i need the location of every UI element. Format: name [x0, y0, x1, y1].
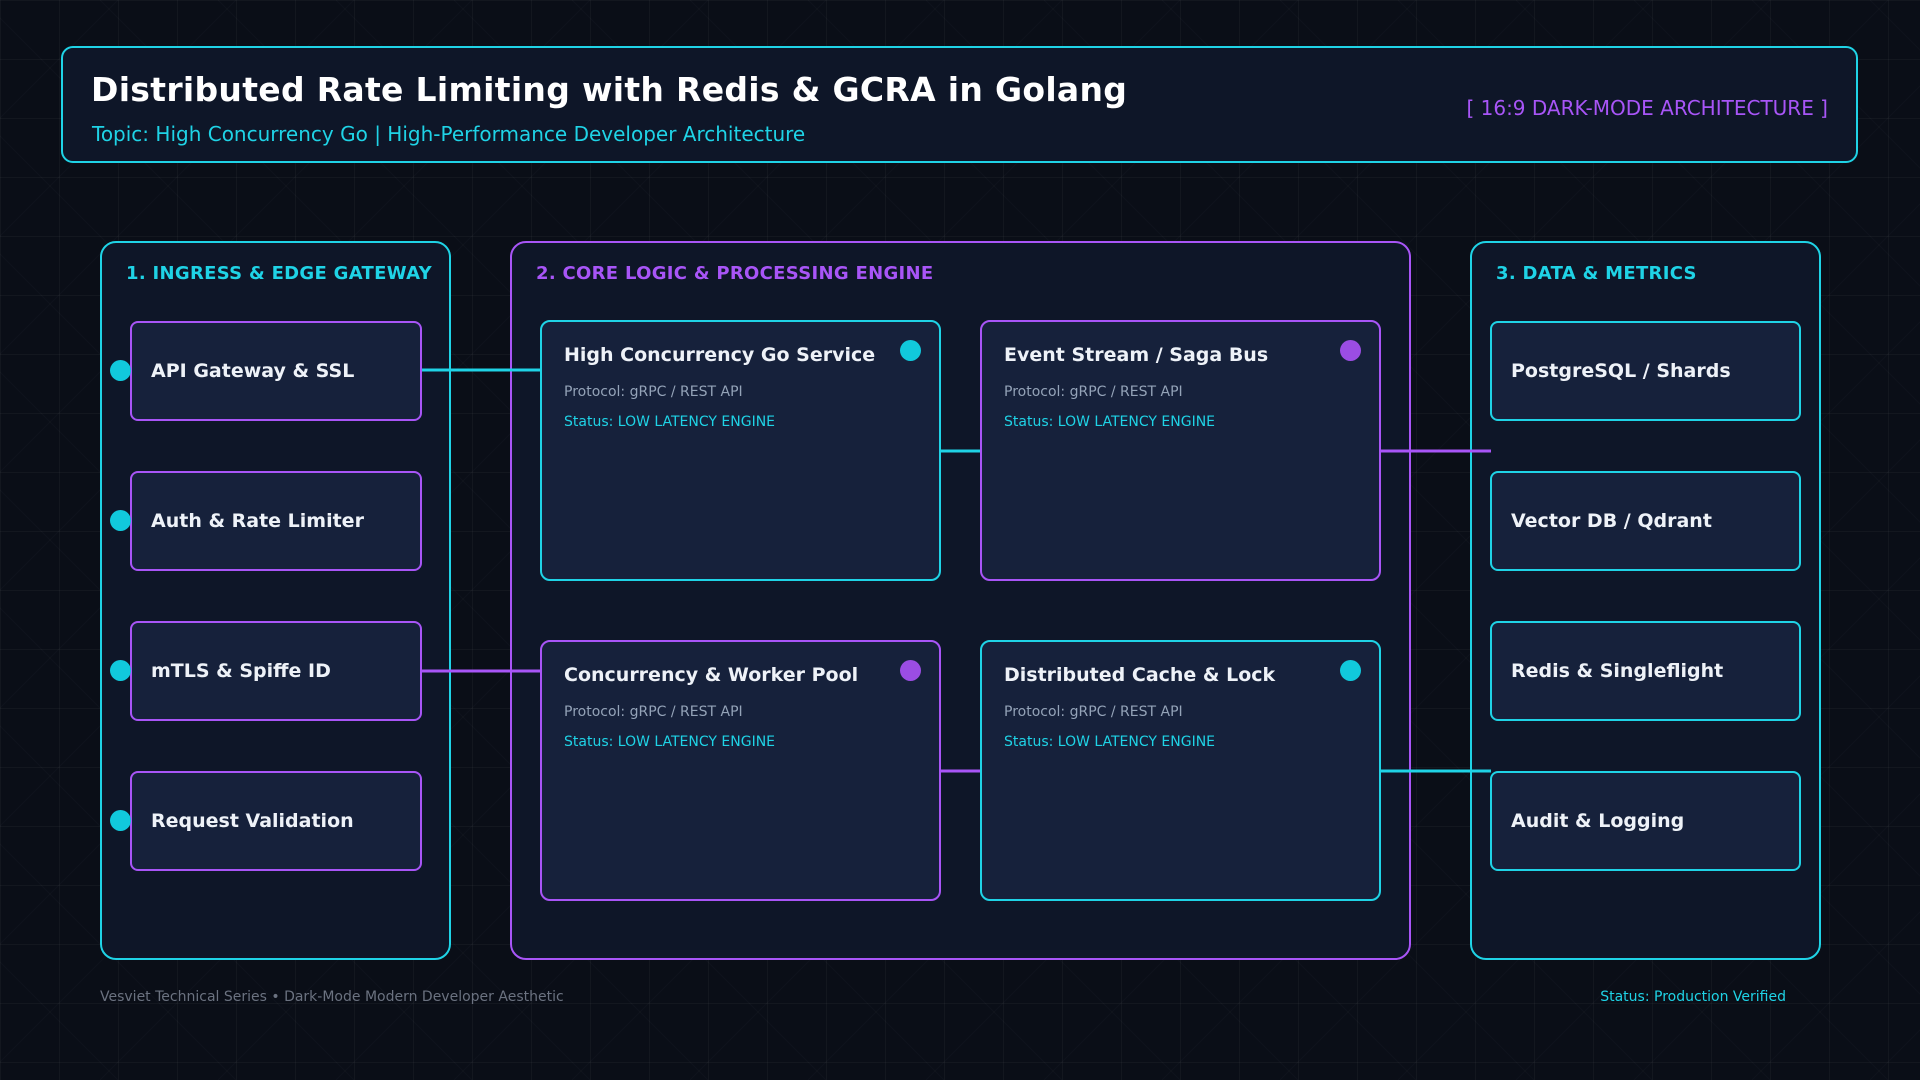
core-card-status: Status: LOW LATENCY ENGINE: [564, 414, 776, 430]
ingress-item-api-gateway[interactable]: API Gateway & SSL: [130, 321, 422, 421]
status-dot-icon: [110, 810, 131, 831]
ingress-item-label: Auth & Rate Limiter: [151, 510, 364, 532]
panel-ingress-title: 1. INGRESS & EDGE GATEWAY: [126, 263, 432, 284]
architecture-tag: [ 16:9 DARK-MODE ARCHITECTURE ]: [1466, 96, 1828, 120]
footer-status: Status: Production Verified: [1600, 989, 1786, 1005]
status-dot-icon: [110, 660, 131, 681]
core-card-go-service[interactable]: High Concurrency Go Service Protocol: gR…: [540, 320, 941, 581]
page-title: Distributed Rate Limiting with Redis & G…: [91, 70, 1128, 109]
data-item-label: Vector DB / Qdrant: [1511, 510, 1712, 532]
ingress-item-label: API Gateway & SSL: [151, 360, 355, 382]
footer-credits: Vesviet Technical Series • Dark-Mode Mod…: [100, 989, 564, 1005]
panel-core-title: 2. CORE LOGIC & PROCESSING ENGINE: [536, 263, 934, 284]
page-subtitle: Topic: High Concurrency Go | High-Perfor…: [92, 122, 806, 146]
core-card-protocol: Protocol: gRPC / REST API: [1004, 704, 1183, 720]
ingress-item-request-validation[interactable]: Request Validation: [130, 771, 422, 871]
data-item-label: PostgreSQL / Shards: [1511, 360, 1731, 382]
data-item-postgresql[interactable]: PostgreSQL / Shards: [1490, 321, 1801, 421]
core-card-name: Concurrency & Worker Pool: [564, 664, 859, 686]
header-banner: Distributed Rate Limiting with Redis & G…: [61, 46, 1858, 163]
data-item-vector-db[interactable]: Vector DB / Qdrant: [1490, 471, 1801, 571]
core-card-protocol: Protocol: gRPC / REST API: [564, 384, 743, 400]
core-card-protocol: Protocol: gRPC / REST API: [564, 704, 743, 720]
data-item-label: Redis & Singleflight: [1511, 660, 1724, 682]
ingress-item-label: mTLS & Spiffe ID: [151, 660, 331, 682]
panel-data-title: 3. DATA & METRICS: [1496, 263, 1697, 284]
core-card-status: Status: LOW LATENCY ENGINE: [1004, 734, 1216, 750]
status-dot-icon: [1340, 660, 1361, 681]
core-card-status: Status: LOW LATENCY ENGINE: [1004, 414, 1216, 430]
status-dot-icon: [900, 340, 921, 361]
ingress-item-auth-rate-limiter[interactable]: Auth & Rate Limiter: [130, 471, 422, 571]
core-card-protocol: Protocol: gRPC / REST API: [1004, 384, 1183, 400]
core-card-name: Distributed Cache & Lock: [1004, 664, 1276, 686]
status-dot-icon: [900, 660, 921, 681]
ingress-item-mtls[interactable]: mTLS & Spiffe ID: [130, 621, 422, 721]
status-dot-icon: [1340, 340, 1361, 361]
data-item-audit-logging[interactable]: Audit & Logging: [1490, 771, 1801, 871]
core-card-status: Status: LOW LATENCY ENGINE: [564, 734, 776, 750]
core-card-distributed-cache[interactable]: Distributed Cache & Lock Protocol: gRPC …: [980, 640, 1381, 901]
data-item-label: Audit & Logging: [1511, 810, 1685, 832]
core-card-name: Event Stream / Saga Bus: [1004, 344, 1269, 366]
core-card-event-stream[interactable]: Event Stream / Saga Bus Protocol: gRPC /…: [980, 320, 1381, 581]
ingress-item-label: Request Validation: [151, 810, 354, 832]
status-dot-icon: [110, 360, 131, 381]
data-item-redis[interactable]: Redis & Singleflight: [1490, 621, 1801, 721]
status-dot-icon: [110, 510, 131, 531]
core-card-name: High Concurrency Go Service: [564, 344, 876, 366]
core-card-worker-pool[interactable]: Concurrency & Worker Pool Protocol: gRPC…: [540, 640, 941, 901]
